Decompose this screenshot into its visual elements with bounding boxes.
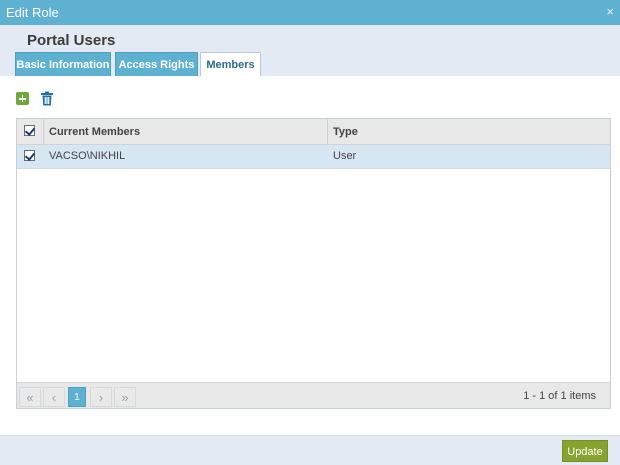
first-page-button[interactable]: « [19,387,41,407]
select-all-checkbox[interactable] [24,125,35,136]
members-grid: Current Members Type VACSO\NIKHIL User «… [16,118,611,409]
update-button[interactable]: Update [562,440,608,462]
dialog-titlebar: Edit Role × [0,0,620,25]
table-row[interactable]: VACSO\NIKHIL User [17,145,610,169]
tab-access-rights[interactable]: Access Rights [115,52,198,76]
close-icon[interactable]: × [606,5,614,18]
dialog-title: Edit Role [6,5,59,20]
members-panel: Current Members Type VACSO\NIKHIL User «… [0,76,620,435]
grid-header: Current Members Type [17,119,610,145]
member-type-cell: User [333,150,357,162]
next-page-button[interactable]: › [90,387,112,407]
edit-role-dialog: Edit Role × Portal Users Basic Informati… [0,0,620,465]
column-header-type[interactable]: Type [333,119,358,145]
trash-icon[interactable] [40,91,54,106]
page-1-button[interactable]: 1 [68,387,86,407]
add-icon[interactable] [16,92,29,105]
row-checkbox[interactable] [24,150,35,161]
tab-basic-information[interactable]: Basic Information [15,52,111,76]
prev-page-button[interactable]: ‹ [43,387,65,407]
column-header-current-members[interactable]: Current Members [49,119,140,145]
grid-pager: « ‹ 1 › » 1 - 1 of 1 items [17,382,610,408]
role-name-heading: Portal Users [27,32,116,49]
column-divider [43,119,44,145]
last-page-button[interactable]: » [114,387,136,407]
member-name-cell: VACSO\NIKHIL [49,150,126,162]
dialog-footer: Update [0,435,620,465]
pager-info: 1 - 1 of 1 items [523,390,596,402]
tab-members[interactable]: Members [200,52,261,77]
column-divider [327,119,328,145]
